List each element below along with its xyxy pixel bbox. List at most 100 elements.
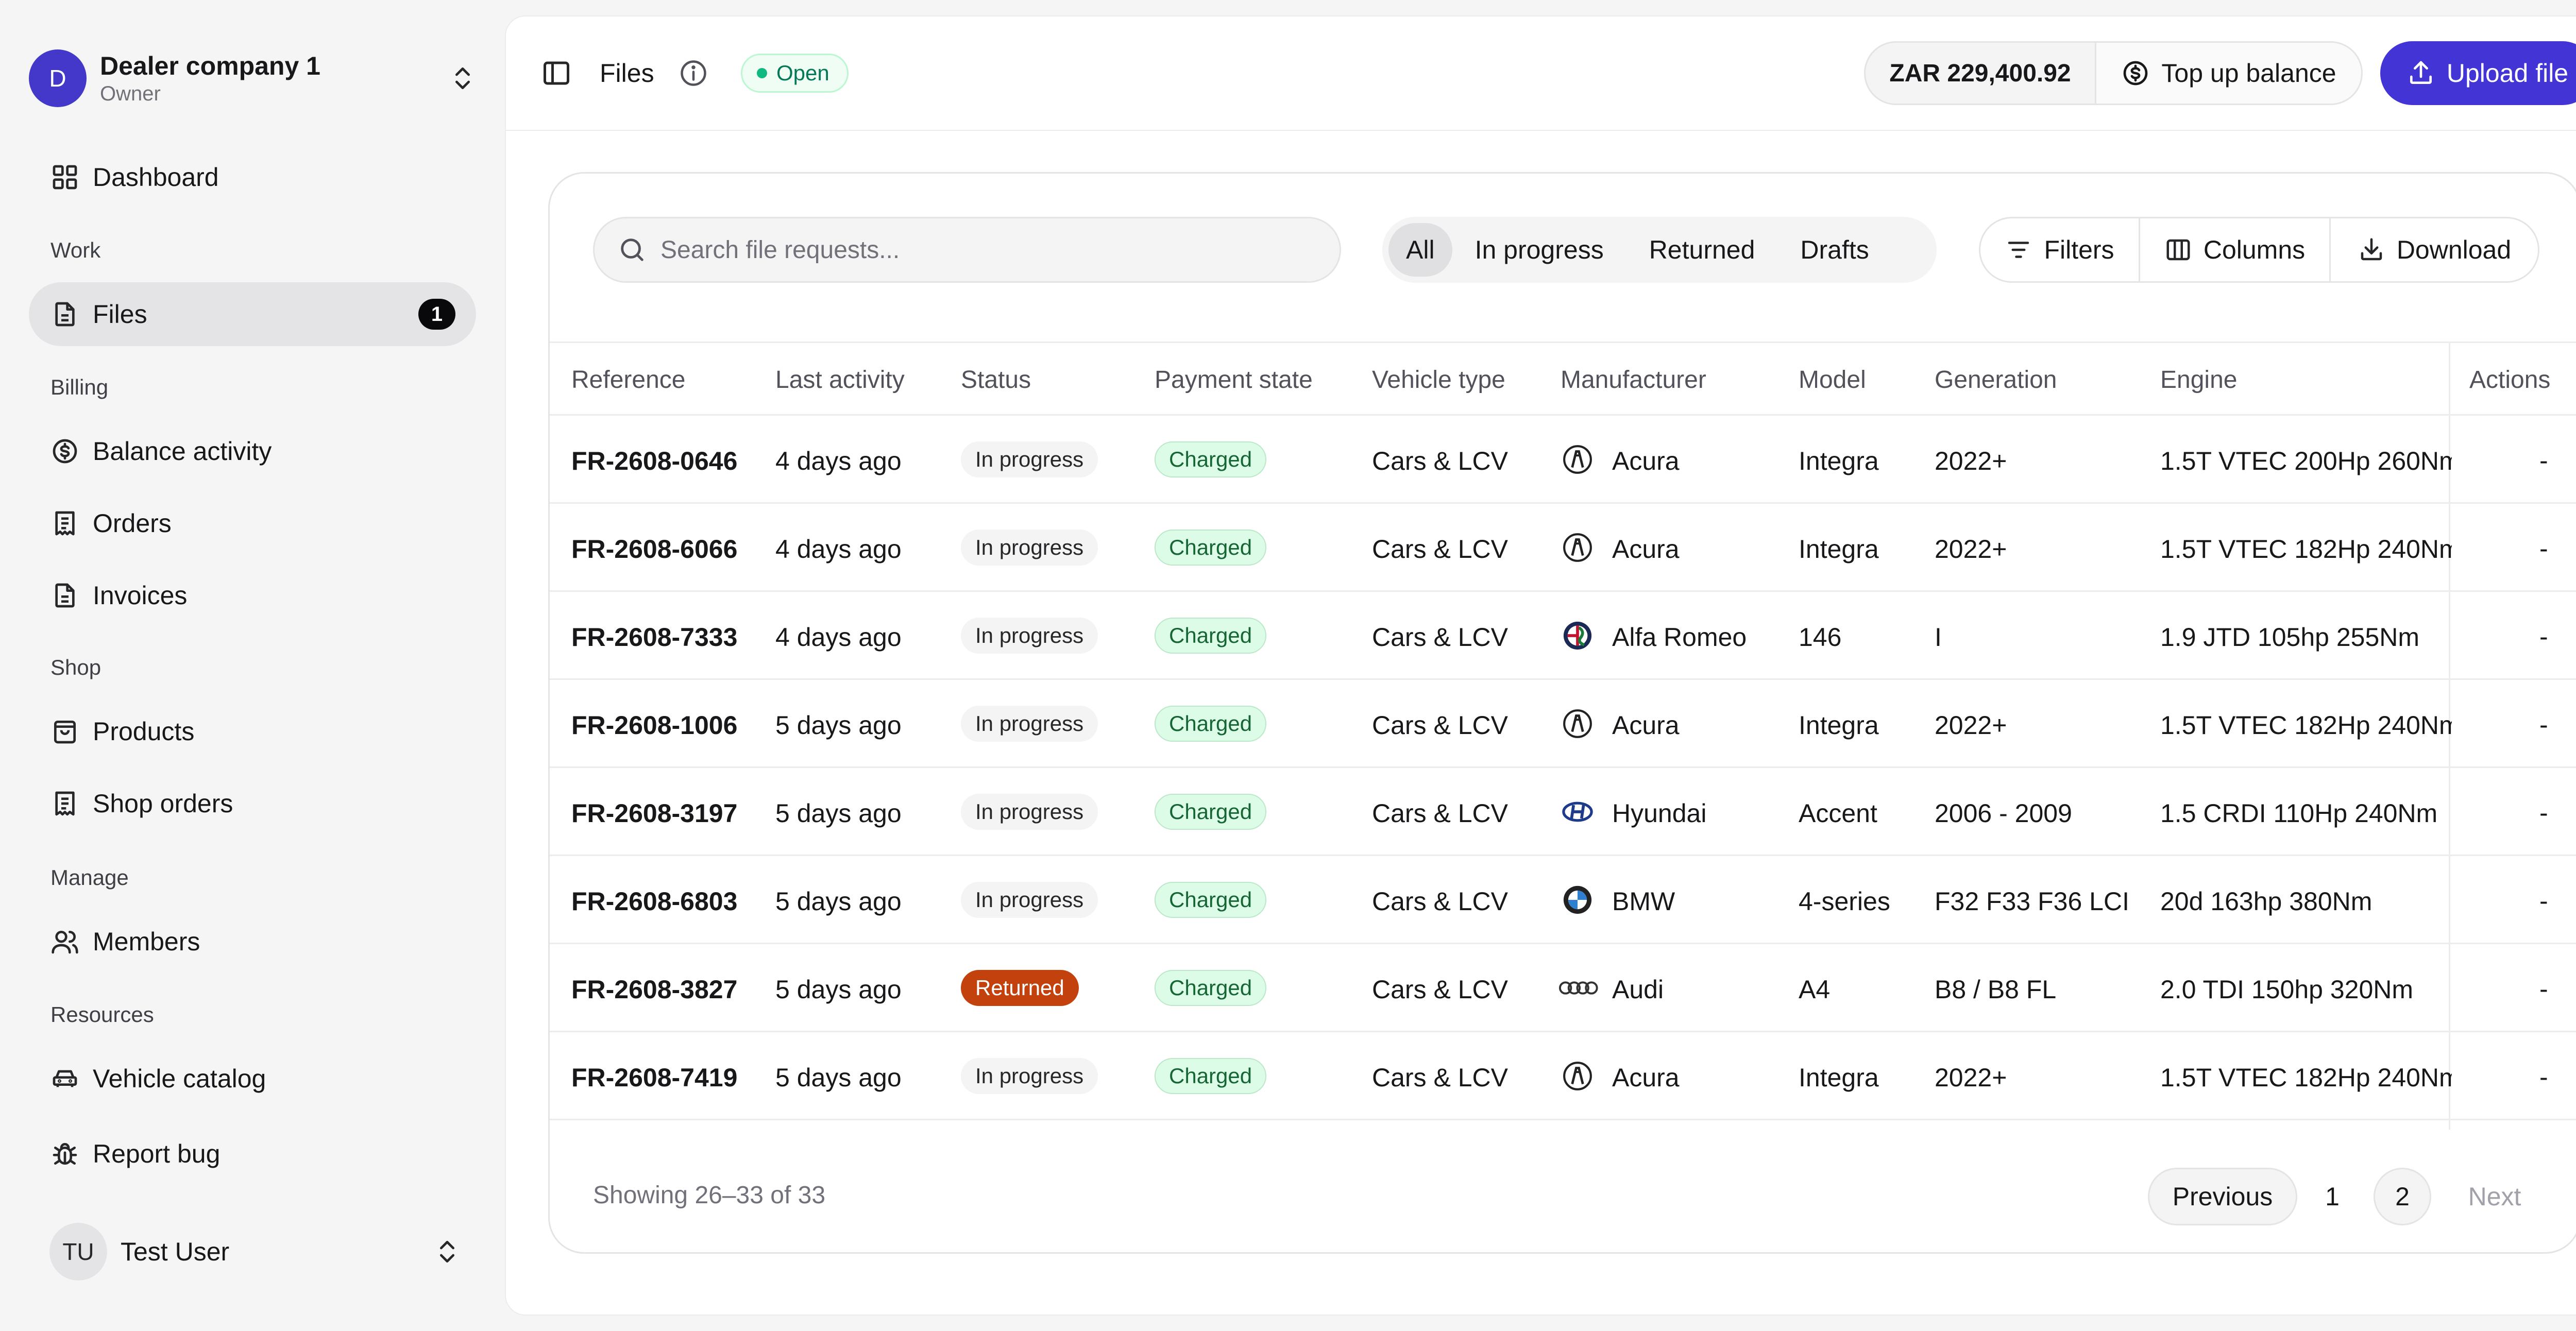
row-actions[interactable]: -: [2539, 534, 2548, 564]
avatar: TU: [49, 1223, 107, 1281]
sidebar-item-members[interactable]: Members: [29, 910, 476, 974]
table-row[interactable]: FR-2608-3197 5 days ago In progress Charged…: [550, 768, 2576, 856]
row-actions[interactable]: -: [2539, 886, 2548, 916]
table-row[interactable]: FR-2608-6066 4 days ago In progress Charged…: [550, 504, 2576, 592]
upload-icon: [2406, 59, 2435, 88]
cell-manufacturer: Acura: [1612, 447, 1680, 475]
status-tabs: All In progress Returned Drafts: [1382, 217, 1937, 283]
payment-badge: Charged: [1155, 706, 1267, 742]
table-row[interactable]: FR-2608-7333 4 days ago In progress Charged…: [550, 592, 2576, 680]
page-1-button[interactable]: 1: [2303, 1168, 2361, 1225]
row-actions[interactable]: -: [2539, 974, 2548, 1004]
cell-vehicle-type: Cars & LCV: [1372, 711, 1508, 740]
sidebar-item-vehicle-catalog[interactable]: Vehicle catalog: [29, 1047, 476, 1111]
column-header-last-activity[interactable]: Last activity: [775, 366, 905, 394]
invoice-icon: [50, 581, 79, 610]
row-actions[interactable]: -: [2539, 1062, 2548, 1092]
files-count-badge: 1: [418, 299, 455, 330]
payment-badge: Charged: [1155, 618, 1267, 654]
column-header-payment-state[interactable]: Payment state: [1155, 366, 1313, 394]
cell-reference[interactable]: FR-2608-6803: [571, 886, 737, 917]
status-badge: In progress: [961, 794, 1098, 830]
cell-last-activity: 5 days ago: [775, 887, 902, 916]
sidebar-item-files[interactable]: Files 1: [29, 282, 476, 346]
sidebar-item-label: Shop orders: [93, 789, 233, 818]
download-button[interactable]: Download: [2331, 218, 2538, 281]
page-2-button[interactable]: 2: [2374, 1168, 2431, 1225]
tab-all[interactable]: All: [1388, 223, 1452, 277]
sidebar-toggle-icon[interactable]: [541, 58, 572, 89]
cell-reference[interactable]: FR-2608-3197: [571, 798, 737, 829]
cell-reference[interactable]: FR-2608-7333: [571, 622, 737, 653]
column-header-reference[interactable]: Reference: [571, 366, 685, 394]
table-row[interactable]: FR-2608-6803 5 days ago In progress Charged…: [550, 856, 2576, 944]
payment-badge: Charged: [1155, 970, 1267, 1006]
cell-reference[interactable]: FR-2608-6066: [571, 534, 737, 565]
sidebar-item-shop-orders[interactable]: Shop orders: [29, 772, 476, 835]
cell-engine: 1.9 JTD 105hp 255Nm: [2160, 623, 2420, 652]
column-header-engine[interactable]: Engine: [2160, 366, 2237, 394]
table-row[interactable]: FR-2608-0646 4 days ago In progress Charged…: [550, 416, 2576, 504]
sidebar-item-report-bug[interactable]: Report bug: [29, 1122, 476, 1186]
column-header-generation[interactable]: Generation: [1935, 366, 2057, 394]
sidebar-item-products[interactable]: Products: [29, 699, 476, 763]
column-header-manufacturer[interactable]: Manufacturer: [1561, 366, 1706, 394]
cell-manufacturer: Acura: [1612, 535, 1680, 564]
row-actions[interactable]: -: [2539, 710, 2548, 740]
next-page-button[interactable]: Next: [2444, 1168, 2546, 1225]
column-header-status[interactable]: Status: [961, 366, 1031, 394]
search-field[interactable]: [593, 217, 1341, 283]
cell-engine: 2.0 TDI 150hp 320Nm: [2160, 975, 2414, 1004]
status-badge: In progress: [961, 882, 1098, 918]
cell-last-activity: 5 days ago: [775, 799, 902, 828]
tab-in-progress[interactable]: In progress: [1452, 223, 1626, 277]
sidebar-item-label: Invoices: [93, 581, 188, 610]
cell-manufacturer: Acura: [1612, 711, 1680, 740]
cell-vehicle-type: Cars & LCV: [1372, 1063, 1508, 1092]
dollar-circle-icon: [50, 437, 79, 466]
user-menu[interactable]: TU Test User: [49, 1221, 462, 1283]
cell-engine: 1.5 CRDI 110Hp 240Nm: [2160, 799, 2438, 828]
cell-reference[interactable]: FR-2608-1006: [571, 710, 737, 741]
receipt-icon: [50, 509, 79, 538]
company-switcher[interactable]: D Dealer company 1 Owner: [29, 37, 477, 120]
cell-model: Integra: [1799, 1063, 1879, 1092]
column-header-vehicle-type[interactable]: Vehicle type: [1372, 366, 1505, 394]
row-actions[interactable]: -: [2539, 446, 2548, 475]
balance-group: ZAR 229,400.92 Top up balance: [1864, 41, 2363, 105]
table-row[interactable]: FR-2608-7419 5 days ago In progress Charged…: [550, 1032, 2576, 1120]
row-actions[interactable]: -: [2539, 622, 2548, 652]
previous-page-button[interactable]: Previous: [2148, 1168, 2297, 1225]
download-icon: [2358, 236, 2385, 264]
table-header: Reference Last activity Status Payment s…: [550, 342, 2576, 416]
sidebar-item-invoices[interactable]: Invoices: [29, 564, 476, 627]
sidebar-item-balance-activity[interactable]: Balance activity: [29, 419, 476, 483]
cell-generation: 2022+: [1935, 447, 2007, 475]
pagination: Previous 1 2 Next: [2148, 1167, 2546, 1226]
pagination-summary: Showing 26–33 of 33: [593, 1182, 826, 1209]
sidebar-item-dashboard[interactable]: Dashboard: [29, 145, 476, 209]
payment-badge: Charged: [1155, 530, 1267, 566]
tab-returned[interactable]: Returned: [1626, 223, 1778, 277]
cell-reference[interactable]: FR-2608-0646: [571, 446, 737, 476]
search-input[interactable]: [660, 235, 1279, 264]
status-badge: In progress: [961, 530, 1098, 566]
cell-reference[interactable]: FR-2608-3827: [571, 974, 737, 1005]
dashboard-icon: [50, 163, 79, 192]
cell-vehicle-type: Cars & LCV: [1372, 799, 1508, 828]
table-row[interactable]: FR-2608-3827 5 days ago Returned Charged Car…: [550, 944, 2576, 1032]
cell-vehicle-type: Cars & LCV: [1372, 887, 1508, 916]
filters-button[interactable]: Filters: [1980, 218, 2140, 281]
company-avatar: D: [29, 49, 87, 107]
top-up-balance-button[interactable]: Top up balance: [2096, 43, 2361, 104]
upload-file-button[interactable]: Upload file: [2380, 41, 2576, 105]
sidebar-item-label: Report bug: [93, 1139, 221, 1168]
column-header-model[interactable]: Model: [1799, 366, 1866, 394]
info-icon[interactable]: [678, 58, 709, 89]
tab-drafts[interactable]: Drafts: [1777, 223, 1891, 277]
table-row[interactable]: FR-2608-1006 5 days ago In progress Charged…: [550, 680, 2576, 768]
cell-reference[interactable]: FR-2608-7419: [571, 1062, 737, 1093]
columns-button[interactable]: Columns: [2140, 218, 2331, 281]
sidebar-item-orders[interactable]: Orders: [29, 491, 476, 555]
row-actions[interactable]: -: [2539, 798, 2548, 828]
